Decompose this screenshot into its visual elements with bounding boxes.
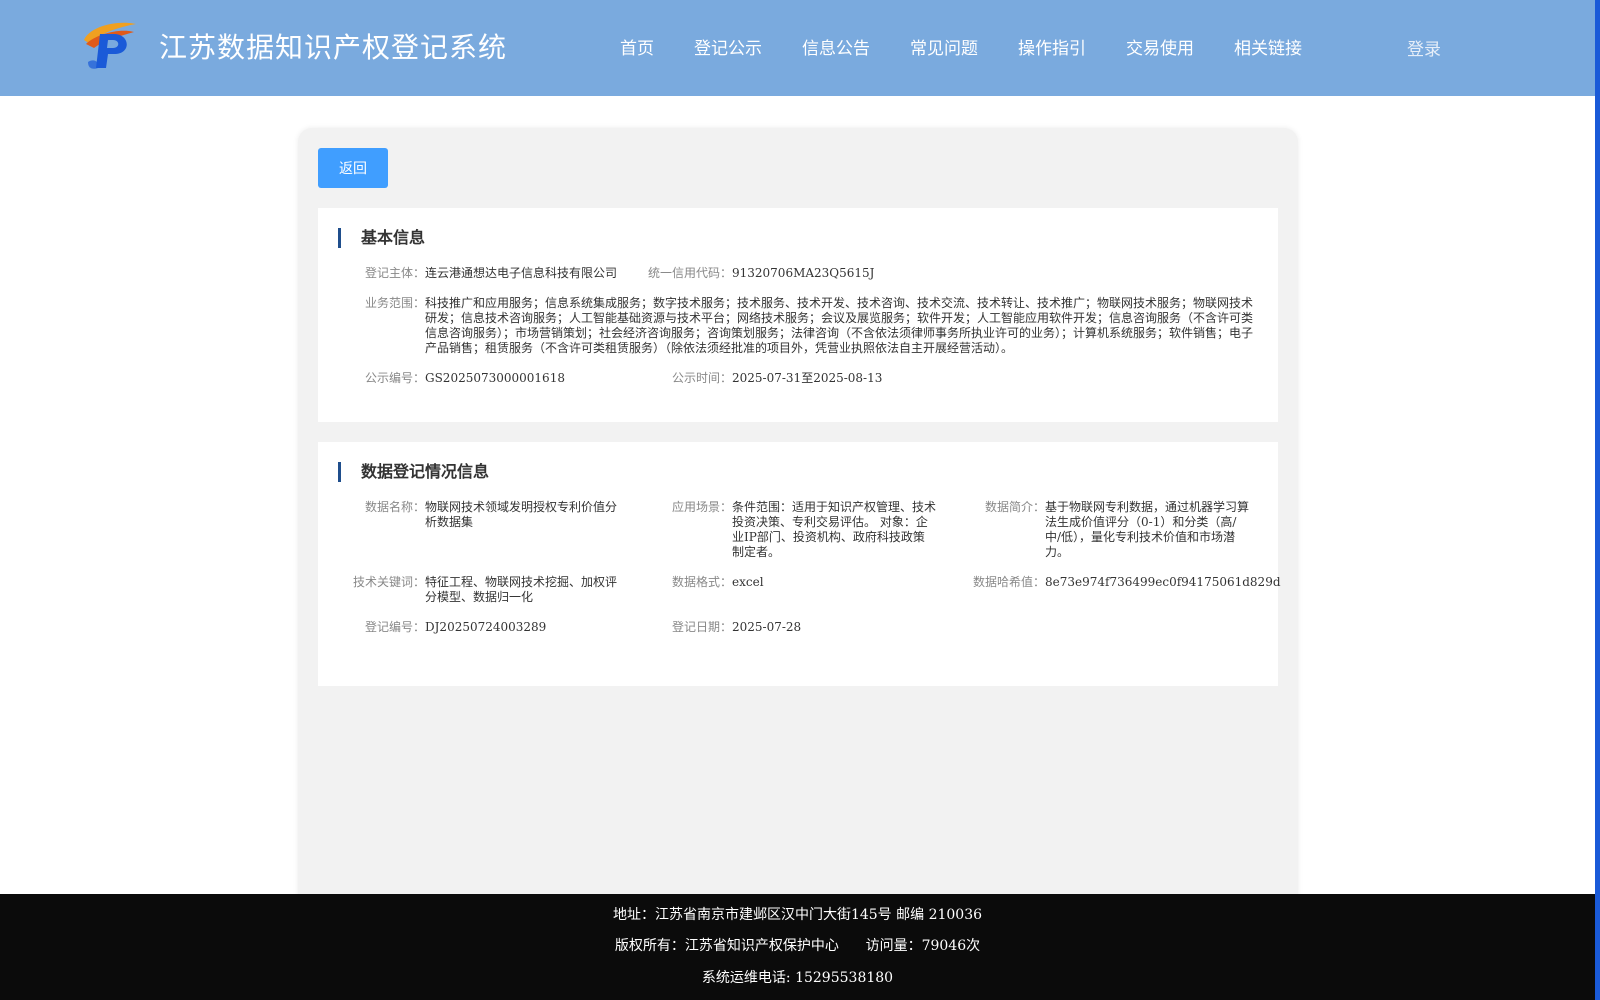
reg-no-label: 登记编号： — [364, 620, 425, 634]
credit-code-value: 91320706MA23Q5615J — [732, 266, 875, 280]
detail-card: 返回 基本信息 登记主体： 连云港通想达电子信息科技有限公司 统一信用代码： 9… — [298, 128, 1298, 908]
footer-phone: 系统运维电话: 15295538180 — [701, 970, 894, 986]
scene-label: 应用场景： — [671, 500, 732, 514]
hash-value: 8e73e974f736499ec0f94175061d829d — [1045, 575, 1281, 589]
back-button[interactable]: 返回 — [318, 148, 388, 188]
intro-label: 数据简介： — [984, 500, 1045, 514]
top-header: 江苏数据知识产权登记系统 首页 登记公示 信息公告 常见问题 操作指引 交易使用… — [0, 0, 1595, 96]
reg-date-value: 2025-07-28 — [732, 620, 802, 634]
pub-no-label: 公示编号： — [364, 371, 425, 385]
site-title: 江苏数据知识产权登记系统 — [159, 31, 508, 64]
data-name-value: 物联网技术领域发明授权专利价值分析数据集 — [425, 500, 618, 529]
nav-related-links[interactable]: 相关链接 — [1234, 34, 1302, 60]
page-footer: 地址：江苏省南京市建邺区汉中门大街145号 邮编 210036 版权所有：江苏省… — [0, 894, 1595, 1000]
basic-info-title: 基本信息 — [338, 228, 425, 248]
pub-no-value: GS2025073000001618 — [425, 371, 565, 385]
scrollbar-edge — [1595, 0, 1600, 1000]
data-name-label: 数据名称： — [364, 500, 425, 514]
scope-label: 业务范围： — [364, 296, 425, 310]
registration-info-title: 数据登记情况信息 — [338, 462, 489, 482]
nav-registration-notice[interactable]: 登记公示 — [694, 34, 762, 60]
scene-value: 条件范围：适用于知识产权管理、技术投资决策、专利交易评估。 对象：企业IP部门、… — [732, 500, 937, 559]
intro-value: 基于物联网专利数据，通过机器学习算法生成价值评分（0-1）和分类（高/中/低），… — [1045, 500, 1250, 559]
hash-label: 数据哈希值： — [972, 575, 1045, 589]
reg-no-value: DJ20250724003289 — [425, 620, 547, 634]
nav-faq[interactable]: 常见问题 — [910, 34, 978, 60]
pub-time-value: 2025-07-31至2025-08-13 — [732, 371, 883, 385]
site-logo[interactable] — [80, 18, 140, 72]
nav-info-announcement[interactable]: 信息公告 — [802, 34, 870, 60]
keywords-value: 特征工程、物联网技术挖掘、加权评分模型、数据归一化 — [425, 575, 618, 604]
nav-home[interactable]: 首页 — [620, 34, 654, 60]
main-nav: 首页 登记公示 信息公告 常见问题 操作指引 交易使用 相关链接 — [620, 34, 1342, 60]
subject-label: 登记主体： — [364, 266, 425, 280]
login-link[interactable]: 登录 — [1407, 35, 1441, 60]
nav-trade-usage[interactable]: 交易使用 — [1126, 34, 1194, 60]
basic-info-panel: 基本信息 登记主体： 连云港通想达电子信息科技有限公司 统一信用代码： 9132… — [318, 208, 1278, 422]
footer-copyright: 版权所有：江苏省知识产权保护中心 访问量：79046次 — [614, 938, 981, 954]
format-value: excel — [732, 575, 764, 589]
format-label: 数据格式： — [671, 575, 732, 589]
footer-address: 地址：江苏省南京市建邺区汉中门大街145号 邮编 210036 — [612, 907, 983, 923]
pub-time-label: 公示时间： — [671, 371, 732, 385]
keywords-label: 技术关键词： — [352, 575, 425, 589]
reg-date-label: 登记日期： — [671, 620, 732, 634]
scope-value: 科技推广和应用服务；信息系统集成服务；数字技术服务；技术服务、技术开发、技术咨询… — [425, 296, 1254, 355]
registration-info-panel: 数据登记情况信息 数据名称： 物联网技术领域发明授权专利价值分析数据集 应用场景… — [318, 442, 1281, 686]
subject-value: 连云港通想达电子信息科技有限公司 — [425, 266, 618, 280]
credit-code-label: 统一信用代码： — [647, 266, 732, 280]
nav-guide[interactable]: 操作指引 — [1018, 34, 1086, 60]
